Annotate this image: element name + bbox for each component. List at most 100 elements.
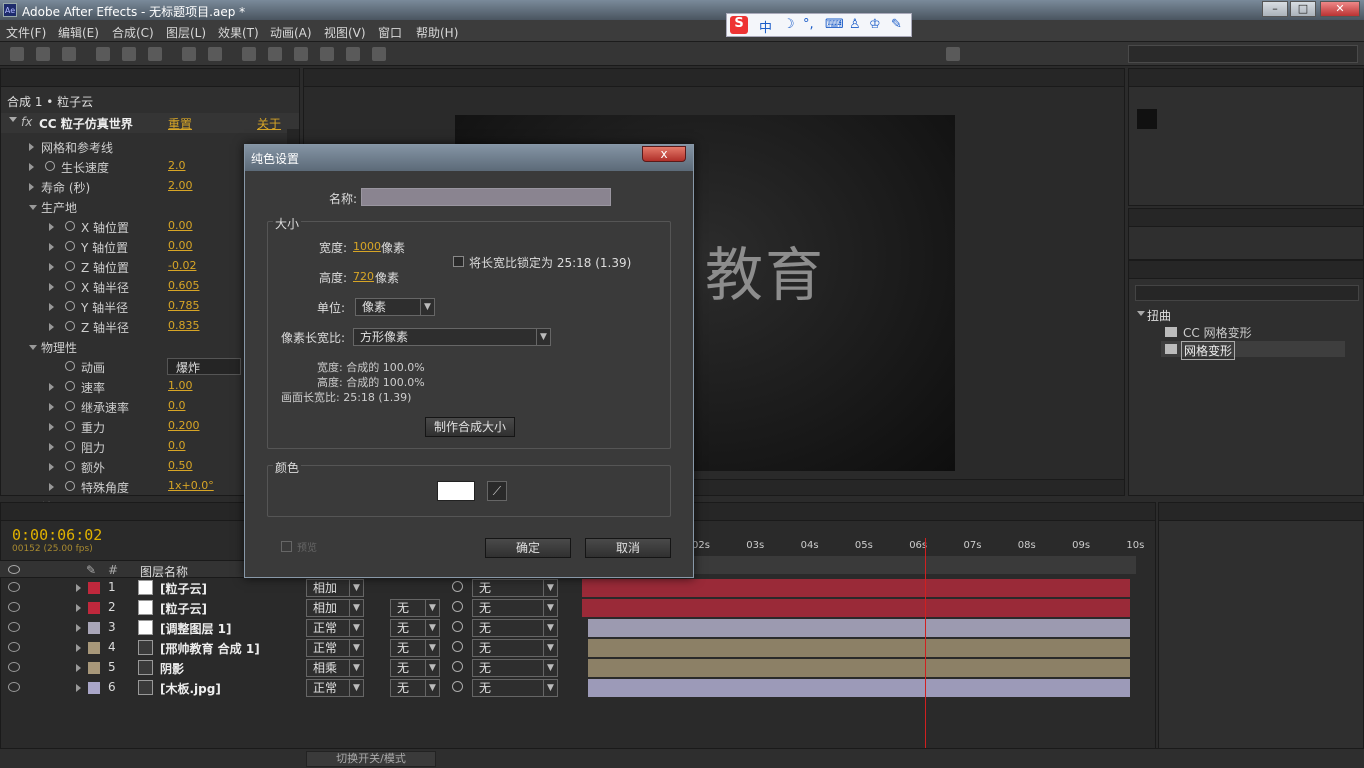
effect-param-value[interactable]: 0.0 — [168, 439, 186, 452]
layer-duration-bar[interactable] — [588, 619, 1130, 637]
effect-item-cc-mesh-warp[interactable]: CC 网格变形 — [1183, 324, 1252, 341]
pickwhip-icon[interactable] — [452, 601, 463, 612]
camera-tool-icon[interactable] — [122, 47, 136, 61]
layer-name[interactable]: 阴影 — [160, 660, 184, 677]
pickwhip-icon[interactable] — [452, 681, 463, 692]
layer-label-color[interactable] — [88, 602, 100, 614]
layer-expand-icon[interactable] — [76, 644, 81, 652]
composition-tabs[interactable] — [304, 69, 1124, 87]
width-value[interactable]: 1000 — [353, 240, 381, 253]
layer-name[interactable]: [木板.jpg] — [160, 680, 221, 697]
menu-file[interactable]: 文件(F) — [6, 24, 46, 41]
rotate-tool-icon[interactable] — [96, 47, 110, 61]
skin-icon[interactable]: ♔ — [869, 17, 881, 32]
expand-triangle-icon[interactable] — [49, 383, 54, 391]
parent-select[interactable]: 无 ▼ — [472, 619, 558, 637]
effect-param-value[interactable]: 0.200 — [168, 419, 200, 432]
blend-mode-select[interactable]: 相加 ▼ — [306, 599, 364, 617]
expand-triangle-icon[interactable] — [29, 345, 37, 350]
playhead[interactable] — [924, 538, 926, 748]
effect-param-value[interactable]: 2.00 — [168, 179, 193, 192]
menu-help[interactable]: 帮助(H) — [416, 24, 458, 41]
stopwatch-icon[interactable] — [65, 461, 75, 471]
effects-presets-tabs[interactable] — [1129, 261, 1363, 279]
track-matte-select[interactable]: 无 ▼ — [390, 639, 440, 657]
name-input[interactable] — [361, 188, 611, 206]
clone-stamp-tool-icon[interactable] — [294, 47, 308, 61]
effect-param-value[interactable]: 2.0 — [168, 159, 186, 172]
timeline-layer-row[interactable]: 6 [木板.jpg] 正常 ▼ 无 ▼ 无 ▼ — [0, 678, 580, 698]
layer-duration-bar[interactable] — [588, 659, 1130, 677]
mask-tool-icon[interactable] — [182, 47, 196, 61]
menu-composition[interactable]: 合成(C) — [112, 24, 154, 41]
expand-triangle-icon[interactable] — [49, 283, 54, 291]
roto-brush-tool-icon[interactable] — [346, 47, 360, 61]
layer-name[interactable]: [粒子云] — [160, 600, 207, 617]
pickwhip-icon[interactable] — [452, 641, 463, 652]
expand-triangle-icon[interactable] — [49, 223, 54, 231]
pen-tool-icon[interactable] — [208, 47, 222, 61]
layer-name[interactable]: [邢帅教育 合成 1] — [160, 640, 260, 657]
expand-triangle-icon[interactable] — [29, 205, 37, 210]
sogou-icon[interactable]: S — [730, 16, 748, 34]
timeline-layer-row[interactable]: 4 [邢帅教育 合成 1] 正常 ▼ 无 ▼ 无 ▼ — [0, 638, 580, 658]
track-matte-select[interactable]: 无 ▼ — [390, 599, 440, 617]
stopwatch-icon[interactable] — [45, 161, 55, 171]
effect-param-value[interactable]: 0.00 — [168, 239, 193, 252]
blend-mode-select[interactable]: 正常 ▼ — [306, 679, 364, 697]
stopwatch-icon[interactable] — [65, 261, 75, 271]
parent-select[interactable]: 无 ▼ — [472, 679, 558, 697]
units-select[interactable]: 像素 ▼ — [355, 298, 435, 316]
video-switch-icon[interactable] — [8, 565, 20, 574]
pan-behind-tool-icon[interactable] — [148, 47, 162, 61]
puppet-tool-icon[interactable] — [372, 47, 386, 61]
parent-select[interactable]: 无 ▼ — [472, 659, 558, 677]
cancel-button[interactable]: 取消 — [585, 538, 671, 558]
pixel-aspect-select[interactable]: 方形像素 ▼ — [353, 328, 551, 346]
dialog-close-button[interactable]: x — [642, 146, 686, 162]
layer-duration-bar[interactable] — [588, 639, 1130, 657]
layer-expand-icon[interactable] — [76, 684, 81, 692]
ime-lang-icon[interactable]: 中 — [759, 17, 772, 36]
text-tool-icon[interactable] — [242, 47, 256, 61]
stopwatch-icon[interactable] — [65, 281, 75, 291]
layer-expand-icon[interactable] — [76, 664, 81, 672]
hand-tool-icon[interactable] — [36, 47, 50, 61]
label-icon[interactable]: ✎ — [86, 563, 96, 577]
expand-triangle-icon[interactable] — [49, 443, 54, 451]
effects-category-label[interactable]: 扭曲 — [1147, 307, 1171, 324]
blend-mode-select[interactable]: 正常 ▼ — [306, 639, 364, 657]
track-matte-select[interactable]: 无 ▼ — [390, 679, 440, 697]
effects-search-input[interactable] — [1135, 285, 1359, 301]
stopwatch-icon[interactable] — [65, 401, 75, 411]
minimize-button[interactable]: – — [1262, 1, 1288, 17]
moon-icon[interactable]: ☽ — [783, 17, 795, 32]
stopwatch-icon[interactable] — [65, 301, 75, 311]
effect-item-mesh-warp[interactable]: 网格变形 — [1181, 341, 1236, 360]
ok-button[interactable]: 确定 — [485, 538, 571, 558]
layer-expand-icon[interactable] — [76, 604, 81, 612]
effect-controls-tabs[interactable] — [1, 69, 299, 87]
track-matte-select[interactable]: 无 ▼ — [390, 619, 440, 637]
layer-label-color[interactable] — [88, 682, 100, 694]
layer-label-color[interactable] — [88, 582, 100, 594]
blend-mode-select[interactable]: 正常 ▼ — [306, 619, 364, 637]
expand-triangle-icon[interactable] — [49, 463, 54, 471]
stopwatch-icon[interactable] — [65, 321, 75, 331]
effect-expand-icon[interactable] — [9, 117, 17, 122]
info-tabs[interactable] — [1129, 69, 1363, 87]
expand-triangle-icon[interactable] — [29, 143, 34, 151]
timeline-layer-row[interactable]: 5 阴影 相乘 ▼ 无 ▼ 无 ▼ — [0, 658, 580, 678]
stopwatch-icon[interactable] — [65, 361, 75, 371]
expand-triangle-icon[interactable] — [49, 423, 54, 431]
effect-param-value[interactable]: 0.785 — [168, 299, 200, 312]
effect-param-value[interactable]: 1x+0.0° — [168, 479, 214, 492]
eye-icon[interactable] — [8, 642, 20, 652]
parent-select[interactable]: 无 ▼ — [472, 639, 558, 657]
effect-param-value[interactable]: 0.50 — [168, 459, 193, 472]
parent-select[interactable]: 无 ▼ — [472, 599, 558, 617]
menu-window[interactable]: 窗口 — [378, 24, 402, 41]
eye-icon[interactable] — [8, 662, 20, 672]
expand-triangle-icon[interactable] — [49, 323, 54, 331]
expand-triangle-icon[interactable] — [49, 243, 54, 251]
